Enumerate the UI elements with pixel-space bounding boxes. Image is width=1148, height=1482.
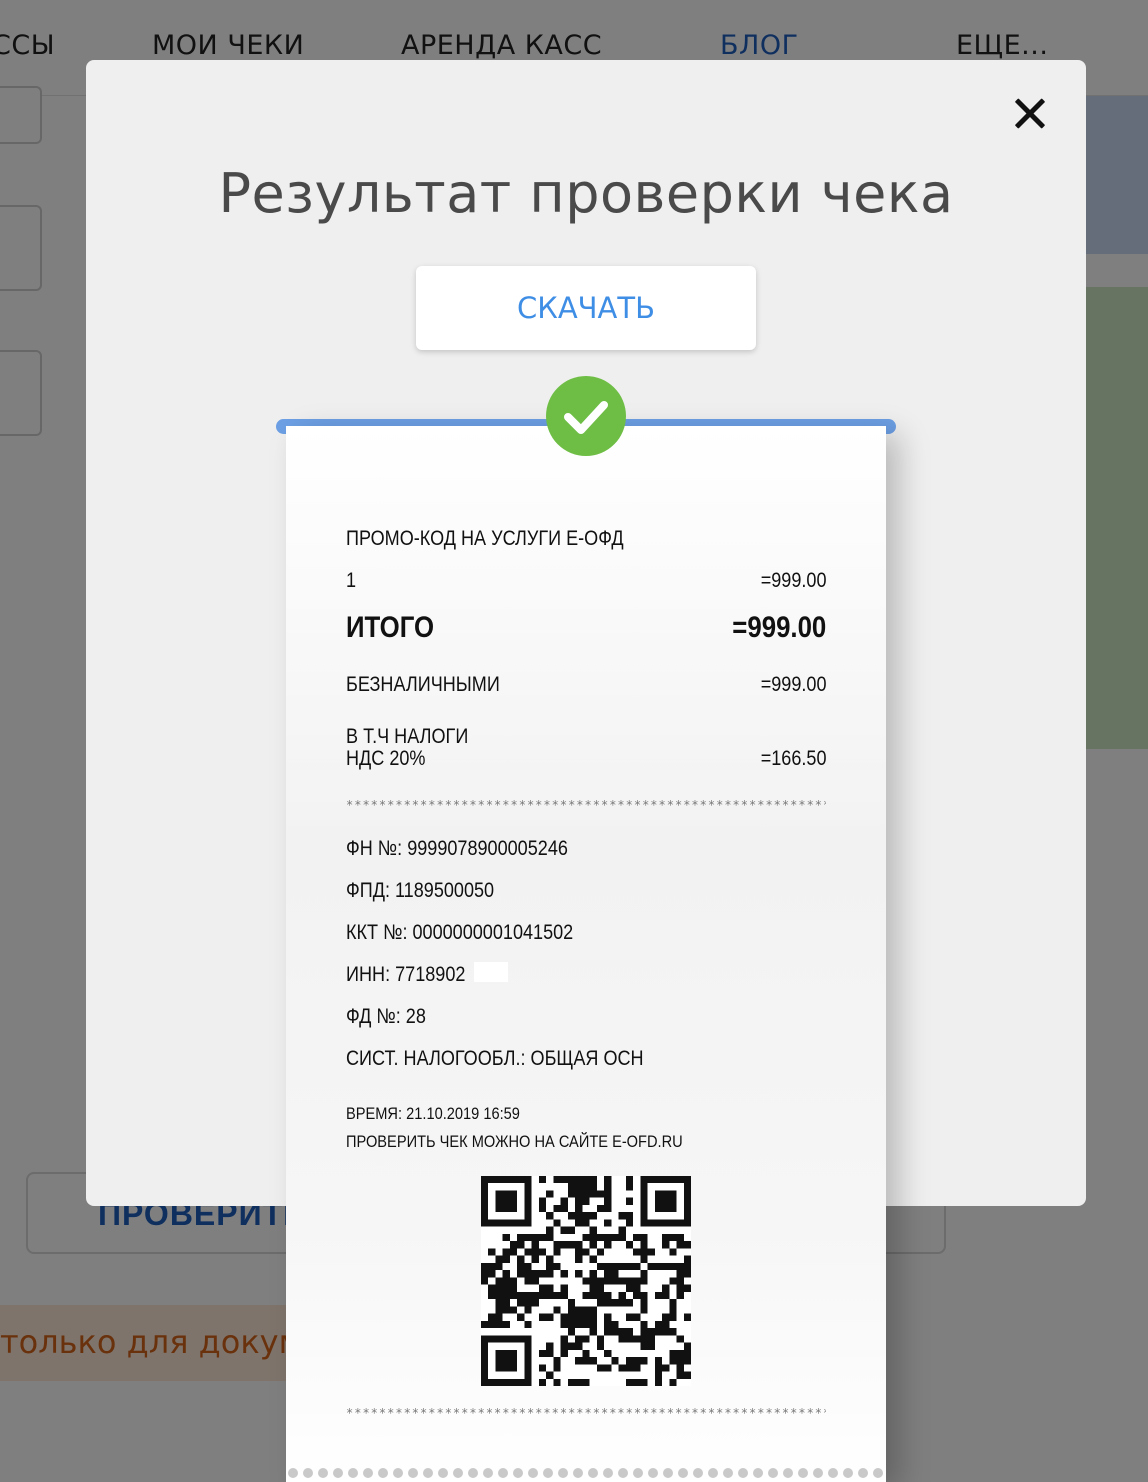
receipt-fpd: ФПД: 1189500050 bbox=[346, 879, 495, 902]
perforation-dot bbox=[783, 1468, 793, 1478]
perforation-dot bbox=[483, 1468, 493, 1478]
receipt-verify-note: ПРОВЕРИТЬ ЧЕК МОЖНО НА САЙТЕ E-OFD.RU bbox=[346, 1132, 683, 1151]
perforation-dot bbox=[513, 1468, 523, 1478]
receipt-tax-label: В Т.Ч НАЛОГИ bbox=[346, 725, 469, 748]
receipt-vat-label: НДС 20% bbox=[346, 747, 426, 770]
perforation-dot bbox=[558, 1468, 568, 1478]
perforation-dot bbox=[528, 1468, 538, 1478]
perforation-dot bbox=[573, 1468, 583, 1478]
perforation-dot bbox=[738, 1468, 748, 1478]
perforation-dot bbox=[498, 1468, 508, 1478]
receipt-fn: ФН №: 9999078900005246 bbox=[346, 837, 568, 860]
qr-code-icon bbox=[481, 1176, 691, 1386]
receipt-time: ВРЕМЯ: 21.10.2019 16:59 bbox=[346, 1104, 520, 1123]
perforation-dot bbox=[693, 1468, 703, 1478]
receipt-perforation bbox=[286, 1468, 886, 1482]
perforation-dot bbox=[408, 1468, 418, 1478]
perforation-dot bbox=[468, 1468, 478, 1478]
receipt-separator: ****************************************… bbox=[346, 800, 826, 810]
perforation-dot bbox=[858, 1468, 868, 1478]
perforation-dot bbox=[303, 1468, 313, 1478]
receipt-separator-bottom: ****************************************… bbox=[346, 1408, 826, 1418]
perforation-dot bbox=[708, 1468, 718, 1478]
perforation-dot bbox=[453, 1468, 463, 1478]
perforation-dot bbox=[768, 1468, 778, 1478]
receipt-item-name: ПРОМО-КОД НА УСЛУГИ Е-ОФД bbox=[346, 527, 624, 550]
perforation-dot bbox=[813, 1468, 823, 1478]
perforation-dot bbox=[723, 1468, 733, 1478]
perforation-dot bbox=[288, 1468, 298, 1478]
receipt-item-price: =999.00 bbox=[760, 569, 826, 592]
receipt-total-value: =999.00 bbox=[732, 611, 826, 644]
perforation-dot bbox=[543, 1468, 553, 1478]
perforation-dot bbox=[798, 1468, 808, 1478]
perforation-dot bbox=[678, 1468, 688, 1478]
receipt-inn: ИНН: 7718902 bbox=[346, 963, 466, 986]
perforation-dot bbox=[873, 1468, 883, 1478]
perforation-dot bbox=[663, 1468, 673, 1478]
perforation-dot bbox=[378, 1468, 388, 1478]
perforation-dot bbox=[393, 1468, 403, 1478]
perforation-dot bbox=[423, 1468, 433, 1478]
receipt-cashless-value: =999.00 bbox=[760, 673, 826, 696]
download-button[interactable]: СКАЧАТЬ bbox=[416, 266, 756, 350]
perforation-dot bbox=[363, 1468, 373, 1478]
receipt-fd: ФД №: 28 bbox=[346, 1005, 426, 1028]
perforation-dot bbox=[828, 1468, 838, 1478]
close-icon[interactable] bbox=[1008, 92, 1052, 136]
receipt-total-label: ИТОГО bbox=[346, 611, 435, 644]
receipt-tax-value: =166.50 bbox=[760, 747, 826, 770]
perforation-dot bbox=[618, 1468, 628, 1478]
perforation-dot bbox=[648, 1468, 658, 1478]
perforation-dot bbox=[588, 1468, 598, 1478]
receipt-cashless-label: БЕЗНАЛИЧНЫМИ bbox=[346, 673, 500, 696]
redaction-mark bbox=[474, 962, 508, 982]
perforation-dot bbox=[318, 1468, 328, 1478]
perforation-dot bbox=[333, 1468, 343, 1478]
perforation-dot bbox=[843, 1468, 853, 1478]
perforation-dot bbox=[438, 1468, 448, 1478]
receipt-tax-system: СИСТ. НАЛОГООБЛ.: ОБЩАЯ ОСН bbox=[346, 1047, 644, 1070]
check-circle-icon bbox=[546, 376, 626, 456]
perforation-dot bbox=[753, 1468, 763, 1478]
perforation-dot bbox=[348, 1468, 358, 1478]
receipt-item-qty: 1 bbox=[346, 569, 357, 592]
perforation-dot bbox=[633, 1468, 643, 1478]
receipt-kkt: ККТ №: 0000000001041502 bbox=[346, 921, 574, 944]
modal-title: Результат проверки чека bbox=[218, 162, 954, 225]
perforation-dot bbox=[603, 1468, 613, 1478]
